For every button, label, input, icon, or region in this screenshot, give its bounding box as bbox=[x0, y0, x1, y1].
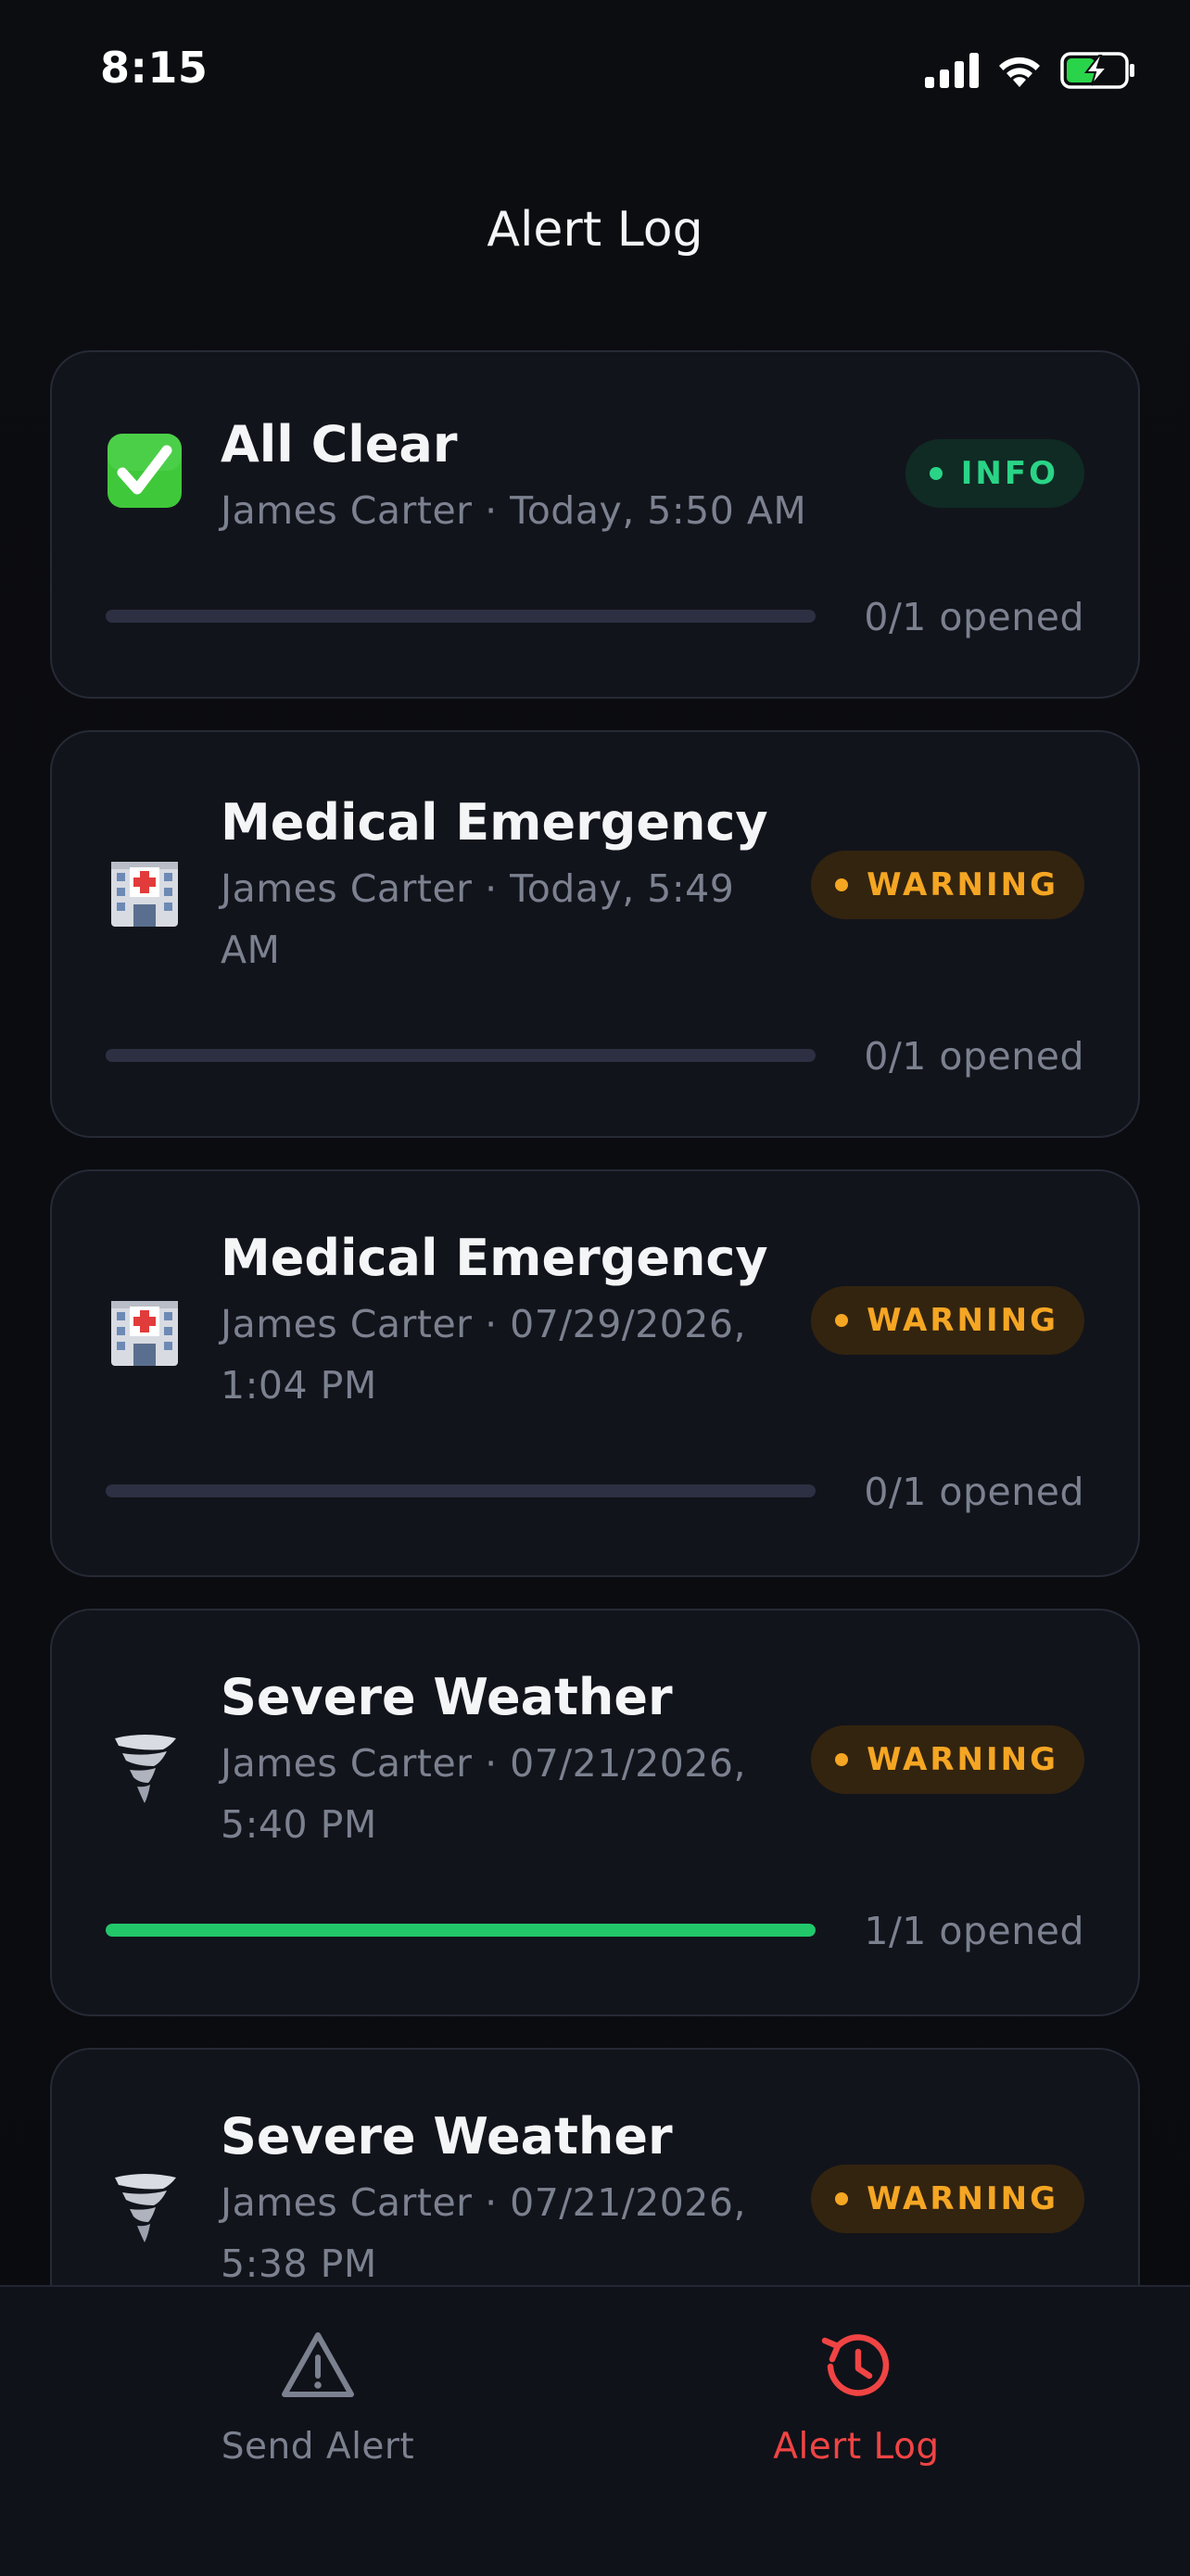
alert-meta: James Carter · 07/29/2026, 1:04 PM bbox=[221, 1294, 746, 1416]
warning-triangle-icon bbox=[282, 2332, 354, 2397]
opened-progress-bar bbox=[106, 1924, 816, 1937]
tab-alert-log[interactable]: Alert Log bbox=[671, 2328, 1042, 2468]
alert-title: Medical Emergency bbox=[221, 1229, 768, 1287]
status-time: 8:15 bbox=[100, 43, 209, 93]
badge-label: INFO bbox=[960, 455, 1058, 492]
alert-meta-line: 5:40 PM bbox=[221, 1802, 377, 1847]
alert-title: Medical Emergency bbox=[221, 793, 768, 852]
badge-dot bbox=[929, 467, 943, 480]
tab-bar: Send Alert Alert Log bbox=[0, 2285, 1190, 2576]
opened-count: 0/1 opened bbox=[864, 595, 1084, 639]
history-clock-icon bbox=[821, 2334, 890, 2396]
hospital-icon bbox=[111, 862, 178, 927]
tornado-icon bbox=[115, 2174, 176, 2242]
status-icons bbox=[925, 50, 1136, 91]
badge-label: WARNING bbox=[867, 2180, 1058, 2217]
alert-title: All Clear bbox=[221, 415, 458, 474]
battery-charging-icon bbox=[1060, 52, 1134, 89]
opened-progress-fill bbox=[106, 1924, 816, 1937]
badge-dot bbox=[835, 1314, 849, 1327]
severity-badge: WARNING bbox=[811, 1286, 1084, 1355]
opened-progress-bar bbox=[106, 1484, 816, 1497]
severity-badge: INFO bbox=[905, 439, 1084, 508]
alert-meta: James Carter · 07/21/2026, 5:40 PM bbox=[221, 1733, 746, 1855]
hospital-icon bbox=[111, 1301, 178, 1366]
cellular-signal-icon bbox=[925, 53, 979, 88]
tab-label: Alert Log bbox=[773, 2426, 940, 2468]
opened-count: 0/1 opened bbox=[864, 1034, 1084, 1079]
alert-title: Severe Weather bbox=[221, 2107, 673, 2166]
alert-meta-line: AM bbox=[221, 928, 281, 972]
badge-dot bbox=[835, 2192, 849, 2205]
badge-dot bbox=[835, 1753, 849, 1766]
alert-meta: James Carter · Today, 5:49 AM bbox=[221, 858, 734, 980]
alert-meta-line: James Carter · 07/21/2026, bbox=[221, 2180, 746, 2225]
badge-label: WARNING bbox=[867, 866, 1058, 903]
opened-count: 1/1 opened bbox=[864, 1909, 1084, 1953]
check-mark-button-icon bbox=[108, 434, 182, 508]
tornado-icon bbox=[115, 1735, 176, 1803]
alert-meta-line: James Carter · 07/21/2026, bbox=[221, 1741, 746, 1786]
alert-card[interactable]: All Clear James Carter · Today, 5:50 AM … bbox=[50, 350, 1140, 699]
alert-card[interactable]: Medical Emergency James Carter · 07/29/2… bbox=[50, 1169, 1140, 1577]
alert-meta-line: James Carter · 07/29/2026, bbox=[221, 1302, 746, 1346]
page-title: Alert Log bbox=[487, 202, 703, 258]
badge-dot bbox=[835, 878, 849, 891]
tab-label: Send Alert bbox=[221, 2426, 415, 2468]
opened-progress-bar bbox=[106, 1049, 816, 1062]
status-bar: 8:15 bbox=[0, 0, 1190, 139]
alert-title: Severe Weather bbox=[221, 1668, 673, 1726]
alert-card[interactable]: Severe Weather James Carter · 07/21/2026… bbox=[50, 1609, 1140, 2016]
badge-label: WARNING bbox=[867, 1302, 1058, 1339]
severity-badge: WARNING bbox=[811, 851, 1084, 919]
severity-badge: WARNING bbox=[811, 2165, 1084, 2233]
alert-meta-line: James Carter · Today, 5:49 bbox=[221, 866, 735, 911]
opened-progress-bar bbox=[106, 610, 816, 623]
opened-count: 0/1 opened bbox=[864, 1470, 1084, 1514]
badge-label: WARNING bbox=[867, 1741, 1058, 1778]
wifi-icon bbox=[999, 57, 1040, 87]
tab-send-alert[interactable]: Send Alert bbox=[133, 2328, 503, 2468]
alert-meta: James Carter · Today, 5:50 AM bbox=[221, 488, 807, 533]
severity-badge: WARNING bbox=[811, 1725, 1084, 1794]
alert-meta: James Carter · 07/21/2026, 5:38 PM bbox=[221, 2172, 746, 2294]
alert-card[interactable]: Medical Emergency James Carter · Today, … bbox=[50, 730, 1140, 1138]
alert-meta-line: 1:04 PM bbox=[221, 1363, 377, 1408]
